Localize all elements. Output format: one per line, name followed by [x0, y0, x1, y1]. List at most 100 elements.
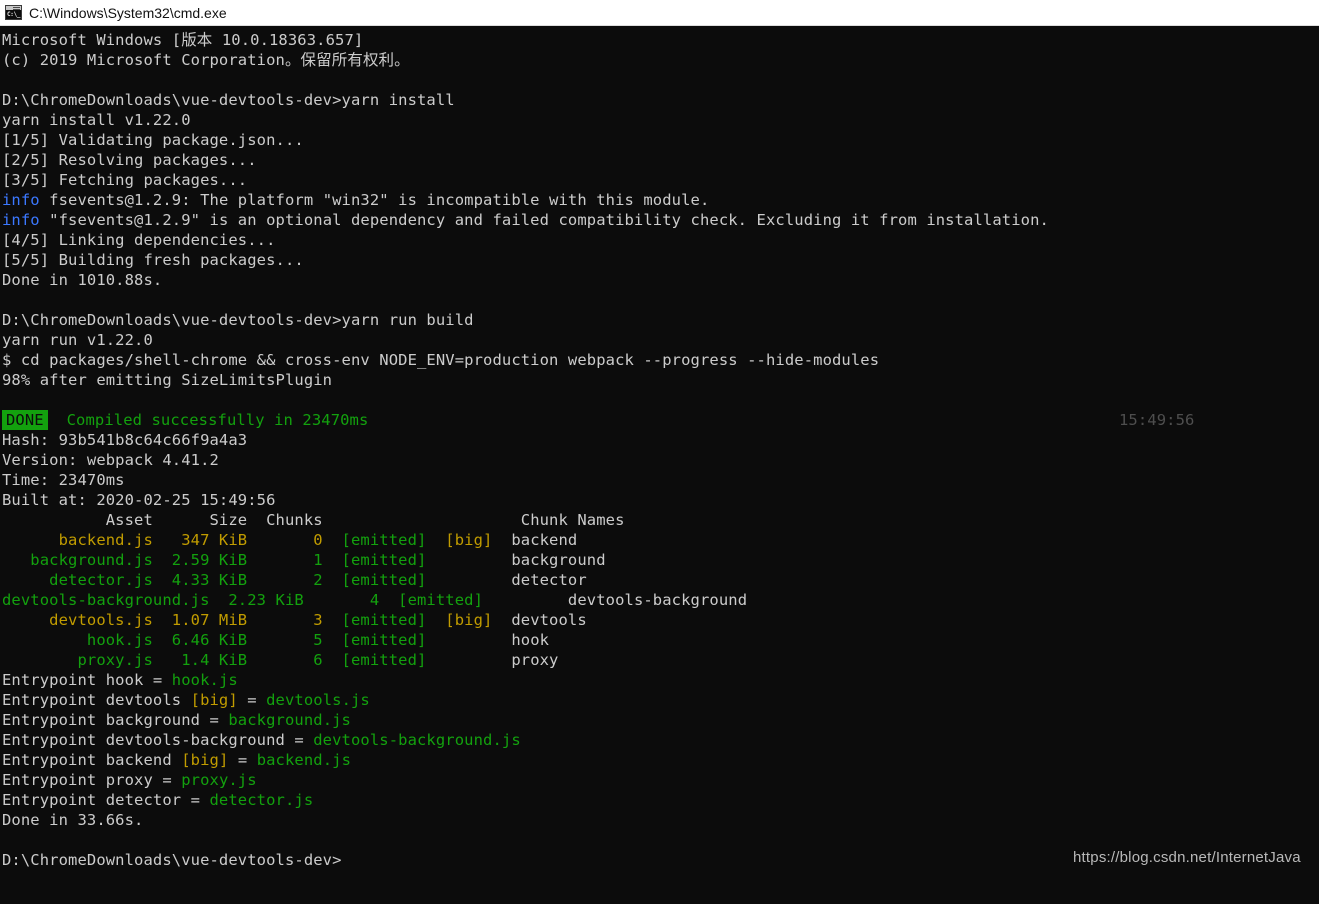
console-line-version: Version: webpack 4.41.2	[2, 450, 1319, 470]
console-line-banner-copyright: (c) 2019 Microsoft Corporation。保留所有权利。	[2, 50, 1319, 70]
console-segment: Entrypoint backend	[2, 751, 182, 769]
console-segment: Entrypoint hook =	[2, 671, 172, 689]
console-segment: Entrypoint proxy =	[2, 771, 182, 789]
console-segment: "fsevents@1.2.9" is an optional dependen…	[39, 211, 1049, 229]
console-segment: $ cd packages/shell-chrome && cross-env …	[2, 351, 880, 369]
console-segment: devtools.js	[266, 691, 370, 709]
console-line-info-fsevents-optional: info "fsevents@1.2.9" is an optional dep…	[2, 210, 1319, 230]
console-line-asset-proxy: proxy.js 1.4 KiB 6 [emitted] proxy	[2, 650, 1319, 670]
status-badge: DONE	[2, 410, 48, 430]
console-segment: [emitted]	[341, 611, 446, 629]
console-segment: Built at: 2020-02-25 15:49:56	[2, 491, 276, 509]
console-segment: [big]	[190, 691, 238, 709]
cmd-window: C:\_ C:\Windows\System32\cmd.exe Microso…	[0, 0, 1319, 904]
console-segment: [5/5] Building fresh packages...	[2, 251, 304, 269]
console-line-yarn-run-version: yarn run v1.22.0	[2, 330, 1319, 350]
console-line-step-3-5: [3/5] Fetching packages...	[2, 170, 1319, 190]
console-line-blank-4	[2, 830, 1319, 850]
console-line-time: Time: 23470ms	[2, 470, 1319, 490]
console-segment: hook.js	[171, 671, 238, 689]
console-segment: Entrypoint background =	[2, 711, 229, 729]
console-segment: Version: webpack 4.41.2	[2, 451, 219, 469]
console-segment: Entrypoint devtools	[2, 691, 191, 709]
console-segment: backend.js	[256, 751, 352, 769]
console-line-asset-devtools: devtools.js 1.07 MiB 3 [emitted] [big] d…	[2, 610, 1319, 630]
cmd-icon-screen: C:\_	[6, 10, 21, 19]
console-line-blank-3	[2, 390, 1319, 410]
console-line-blank-1	[2, 70, 1319, 90]
console-line-hash: Hash: 93b541b8c64c66f9a4a3	[2, 430, 1319, 450]
console-line-entrypoint-backend: Entrypoint backend [big] = backend.js	[2, 750, 1319, 770]
console-segment: D:\ChromeDownloads\vue-devtools-dev>	[2, 851, 342, 869]
console-segment: Entrypoint devtools-background =	[2, 731, 314, 749]
console-output-area[interactable]: Microsoft Windows [版本 10.0.18363.657] (c)…	[0, 26, 1319, 904]
console-line-build-command: $ cd packages/shell-chrome && cross-env …	[2, 350, 1319, 370]
watermark: https://blog.csdn.net/InternetJava	[1073, 849, 1301, 866]
console-line-prompt-yarn-run-build: D:\ChromeDownloads\vue-devtools-dev>yarn…	[2, 310, 1319, 330]
console-line-entrypoint-hook: Entrypoint hook = hook.js	[2, 670, 1319, 690]
console-segment: info	[2, 191, 40, 209]
console-line-table-header: Asset Size Chunks Chunk Names	[2, 510, 1319, 530]
console-segment: [4/5] Linking dependencies...	[2, 231, 276, 249]
console-line-entrypoint-proxy: Entrypoint proxy = proxy.js	[2, 770, 1319, 790]
console-segment: Asset Size Chunks	[2, 511, 446, 529]
console-segment: backend	[511, 531, 578, 549]
console-segment: devtools-background	[567, 591, 748, 609]
console-segment: devtools-background.js	[313, 731, 521, 749]
console-segment: background	[511, 551, 606, 569]
cmd-icon[interactable]: C:\_	[5, 5, 22, 20]
console-segment: [emitted]	[341, 651, 512, 669]
console-segment: Compiled successfully in 23470ms	[47, 411, 369, 429]
console-line-step-5-5: [5/5] Building fresh packages...	[2, 250, 1319, 270]
console-line-banner-version: Microsoft Windows [版本 10.0.18363.657]	[2, 30, 1319, 50]
console-line-built-at: Built at: 2020-02-25 15:49:56	[2, 490, 1319, 510]
console-line-asset-backend: backend.js 347 KiB 0 [emitted] [big] bac…	[2, 530, 1319, 550]
console-segment: =	[237, 691, 267, 709]
console-segment: fsevents@1.2.9: The platform "win32" is …	[39, 191, 710, 209]
console-segment: =	[228, 751, 257, 769]
console-segment: Chunk Names	[520, 511, 625, 529]
console-segment	[445, 511, 520, 529]
console-segment: proxy.js	[181, 771, 257, 789]
console-segment: [emitted]	[341, 531, 446, 549]
console-segment: [big]	[445, 611, 512, 629]
console-line-info-fsevents-platform: info fsevents@1.2.9: The platform "win32…	[2, 190, 1319, 210]
console-segment: proxy.js 1.4 KiB 6	[2, 651, 342, 669]
console-segment: [emitted]	[341, 551, 512, 569]
console-line-asset-background: background.js 2.59 KiB 1 [emitted] backg…	[2, 550, 1319, 570]
console-line-prompt-yarn-install: D:\ChromeDownloads\vue-devtools-dev>yarn…	[2, 90, 1319, 110]
console-segment: Done in 33.66s.	[2, 811, 144, 829]
console-segment: hook	[511, 631, 550, 649]
console-segment: background.js 2.59 KiB 1	[2, 551, 342, 569]
console-segment: Done in 1010.88s.	[2, 271, 163, 289]
console-segment: detector.js	[209, 791, 314, 809]
console-segment: devtools.js 1.07 MiB 3	[2, 611, 342, 629]
console-segment: detector.js 4.33 KiB 2	[2, 571, 342, 589]
console-segment: Microsoft Windows [版本 10.0.18363.657]	[2, 31, 364, 49]
console-segment: hook.js 6.46 KiB 5	[2, 631, 342, 649]
window-titlebar[interactable]: C:\_ C:\Windows\System32\cmd.exe	[0, 0, 1319, 26]
console-segment: [3/5] Fetching packages...	[2, 171, 248, 189]
console-segment: proxy	[511, 651, 559, 669]
console-segment: D:\ChromeDownloads\vue-devtools-dev>yarn…	[2, 311, 474, 329]
console-line-asset-devtools-background: devtools-background.js 2.23 KiB 4 [emitt…	[2, 590, 1319, 610]
console-segment: [emitted]	[341, 631, 512, 649]
console-segment: detector	[511, 571, 587, 589]
console-line-install-done: Done in 1010.88s.	[2, 270, 1319, 290]
console-line-asset-detector: detector.js 4.33 KiB 2 [emitted] detecto…	[2, 570, 1319, 590]
console-line-compiled-success: DONE Compiled successfully in 23470ms 15:…	[2, 410, 1319, 430]
console-segment: [big]	[445, 531, 512, 549]
console-lines: Microsoft Windows [版本 10.0.18363.657] (c)…	[0, 26, 1319, 870]
console-segment: [big]	[181, 751, 229, 769]
console-segment: [1/5] Validating package.json...	[2, 131, 304, 149]
console-segment: 98% after emitting SizeLimitsPlugin	[2, 371, 333, 389]
console-line-asset-hook: hook.js 6.46 KiB 5 [emitted] hook	[2, 630, 1319, 650]
console-line-entrypoint-detector: Entrypoint detector = detector.js	[2, 790, 1319, 810]
console-line-step-4-5: [4/5] Linking dependencies...	[2, 230, 1319, 250]
console-line-entrypoint-devtools-background: Entrypoint devtools-background = devtool…	[2, 730, 1319, 750]
console-segment: devtools-background.js 2.23 KiB 4	[2, 591, 399, 609]
console-line-entrypoint-background: Entrypoint background = background.js	[2, 710, 1319, 730]
console-line-build-done: Done in 33.66s.	[2, 810, 1319, 830]
console-segment: (c) 2019 Microsoft Corporation。保留所有权利。	[2, 51, 410, 69]
console-segment: [emitted]	[341, 571, 512, 589]
